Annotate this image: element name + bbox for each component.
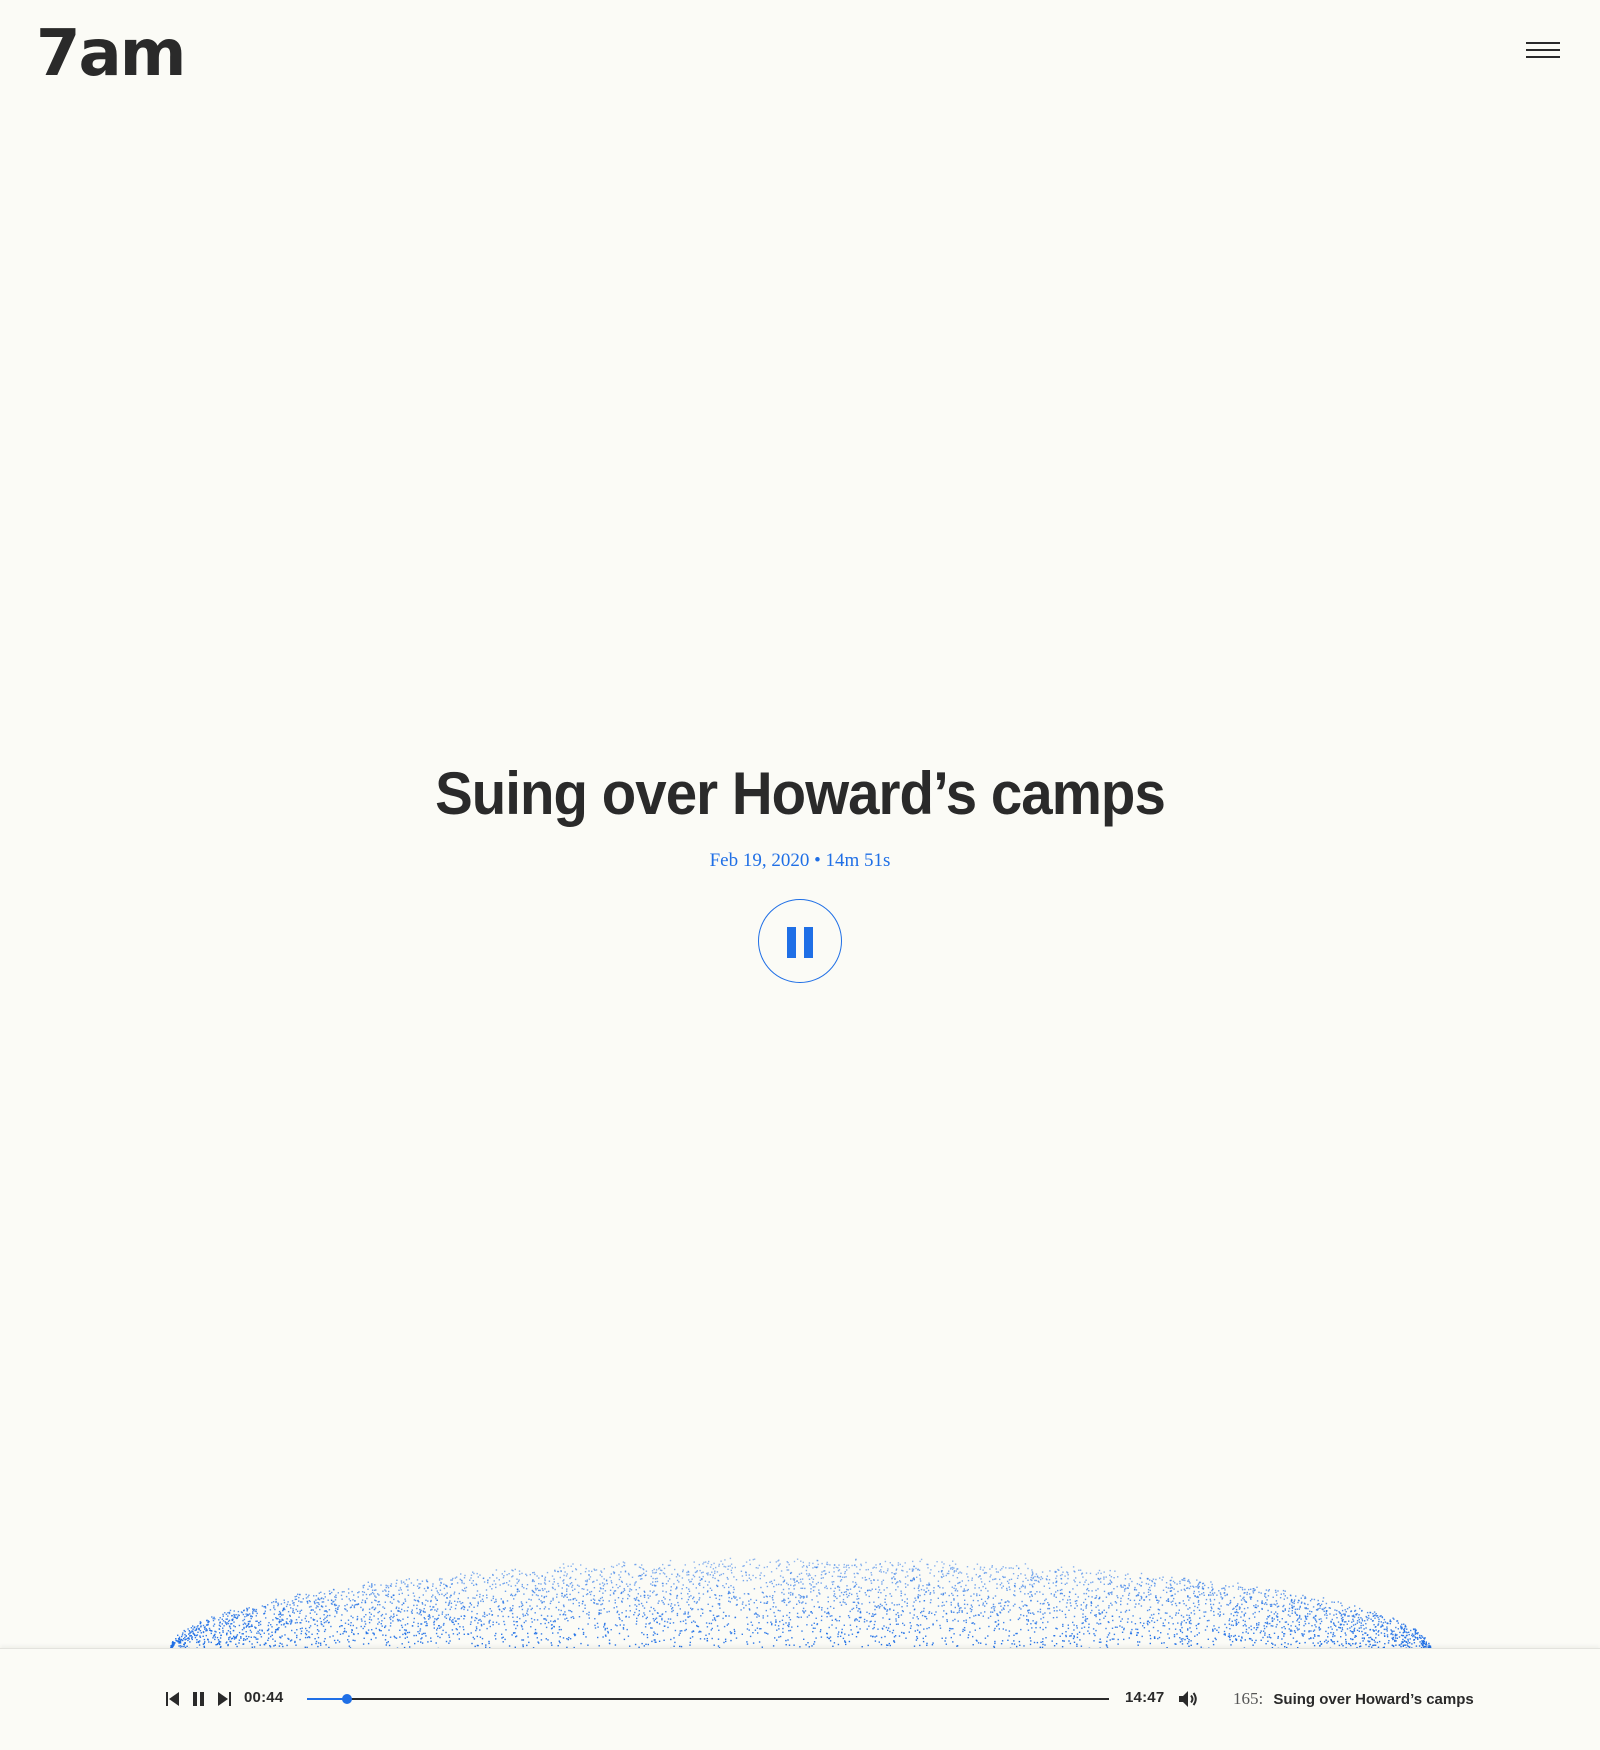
progress-slider[interactable]	[307, 1687, 1109, 1711]
skip-previous-icon[interactable]	[166, 1691, 180, 1707]
audio-waveform	[170, 1557, 1432, 1650]
progress-fill	[307, 1698, 347, 1700]
brand-logo[interactable]: 7am	[36, 22, 186, 86]
episode-hero: Suing over Howard’s camps Feb 19, 2020 •…	[0, 756, 1600, 872]
now-playing-title: Suing over Howard’s camps	[1273, 1691, 1474, 1708]
pause-icon	[787, 927, 796, 958]
player-bar: 00:44 14:47 165: Suing over Howard’s cam…	[0, 1648, 1600, 1750]
episode-meta: Feb 19, 2020 • 14m 51s	[709, 850, 891, 871]
progress-handle[interactable]	[341, 1694, 352, 1704]
skip-next-icon[interactable]	[218, 1691, 232, 1707]
progress-track	[307, 1698, 1109, 1700]
now-playing-episode-number: 165:	[1233, 1689, 1264, 1708]
episode-title: Suing over Howard’s camps	[435, 760, 1166, 827]
now-playing[interactable]: 165: Suing over Howard’s camps	[1233, 1689, 1474, 1709]
page: 7am Suing over Howard’s camps Feb 19, 20…	[0, 0, 1600, 1750]
volume-icon[interactable]	[1177, 1688, 1199, 1710]
current-time: 00:44	[244, 1689, 284, 1706]
total-time: 14:47	[1125, 1689, 1165, 1706]
pause-button[interactable]	[758, 899, 842, 983]
hamburger-menu-icon[interactable]	[1526, 38, 1562, 64]
pause-icon[interactable]	[192, 1691, 206, 1707]
